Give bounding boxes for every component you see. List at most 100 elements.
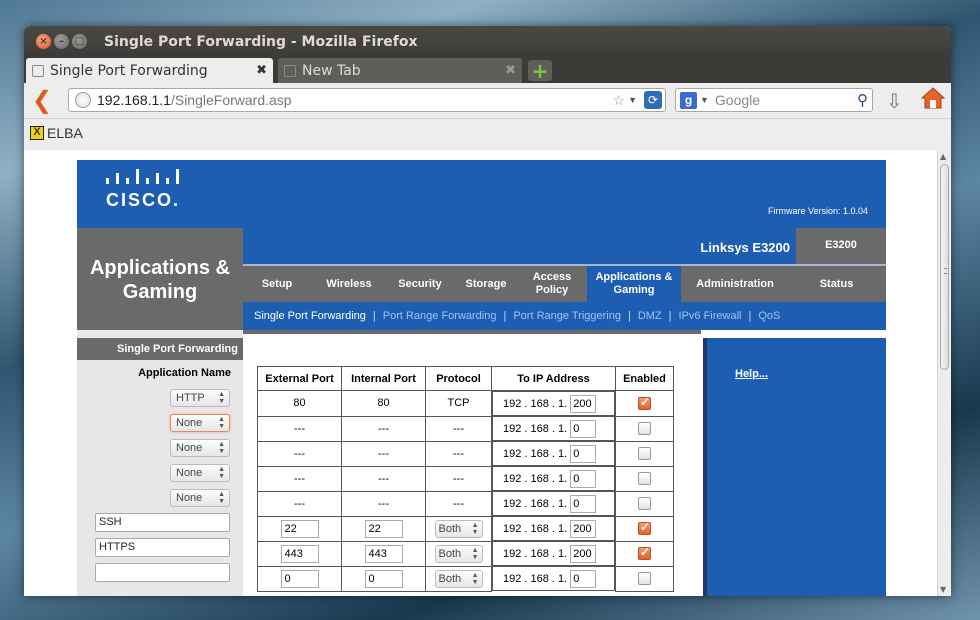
back-arrow-icon[interactable]: ❮ <box>32 86 52 114</box>
protocol-select[interactable]: Both ▲ ▼ <box>434 519 483 538</box>
enabled-checkbox[interactable] <box>638 545 651 560</box>
vertical-scrollbar[interactable]: ▲ ▼ <box>937 150 951 596</box>
protocol-select[interactable]: Both ▲ ▼ <box>434 569 483 588</box>
select-value: None <box>176 417 203 429</box>
minimize-window-icon[interactable]: – <box>54 34 69 49</box>
application-select[interactable]: HTTP ▲ ▼ <box>170 389 230 407</box>
spinner-arrows-icon: ▲ ▼ <box>218 466 225 480</box>
enabled-checkbox[interactable] <box>638 395 651 410</box>
internal-port-input[interactable]: 0 <box>364 569 403 588</box>
bookmark-elba[interactable]: ELBA <box>47 125 83 141</box>
subtab-ipv6-firewall[interactable]: IPv6 Firewall <box>679 310 742 322</box>
tab-single-port-forwarding[interactable]: Single Port Forwarding ✖ <box>26 58 273 83</box>
search-box[interactable]: g ▼ Google ⚲ <box>675 88 873 112</box>
ip-last-octet-input[interactable]: 200 <box>570 544 597 563</box>
subtab-port-range-forwarding[interactable]: Port Range Forwarding <box>383 310 497 322</box>
tab-close-icon[interactable]: ✖ <box>256 63 267 78</box>
bookmark-star-icon[interactable]: ☆ <box>612 92 625 109</box>
application-name-label: Application Name <box>138 367 231 379</box>
new-tab-plus-icon[interactable]: + <box>528 60 552 81</box>
scroll-thumb[interactable] <box>940 164 949 370</box>
application-select[interactable]: None ▲ ▼ <box>170 464 230 482</box>
maximize-window-icon[interactable]: □ <box>72 34 87 49</box>
engine-dropdown-icon[interactable]: ▼ <box>700 95 709 105</box>
enabled-checkbox[interactable] <box>638 572 651 585</box>
tab-access-policy[interactable]: Access Policy <box>519 266 585 302</box>
scroll-down-icon[interactable]: ▼ <box>940 585 946 594</box>
external-port-input[interactable]: 443 <box>280 544 319 563</box>
external-port-input[interactable]: 22 <box>280 519 319 538</box>
site-identity-icon[interactable] <box>75 92 91 108</box>
tab-close-icon[interactable]: ✖ <box>505 63 516 78</box>
enabled-cell <box>615 540 674 567</box>
tab-new-tab[interactable]: New Tab ✖ <box>278 58 522 83</box>
internal-port-input[interactable]: 22 <box>364 519 403 538</box>
subtab-port-range-triggering[interactable]: Port Range Triggering <box>513 310 621 322</box>
subtab-single-port-forwarding[interactable]: Single Port Forwarding <box>254 310 366 322</box>
header-protocol: Protocol <box>425 366 492 391</box>
subtab-qos[interactable]: QoS <box>758 310 780 322</box>
enabled-checkbox[interactable] <box>638 447 651 460</box>
enabled-cell <box>615 465 674 492</box>
subtab-dmz[interactable]: DMZ <box>638 310 662 322</box>
url-bar[interactable]: 192.168.1.1/SingleForward.asp ☆ ▼ ⟳ <box>68 88 666 112</box>
internal-port-input[interactable]: 443 <box>364 544 403 563</box>
application-name-input[interactable] <box>95 563 230 582</box>
tab-setup[interactable]: Setup <box>243 266 311 302</box>
enabled-checkbox[interactable] <box>638 472 651 485</box>
protocol-cell: Both ▲ ▼ <box>425 540 492 567</box>
ip-last-octet-input[interactable]: 200 <box>570 394 597 413</box>
enabled-checkbox[interactable] <box>638 422 651 435</box>
ip-last-octet-input[interactable]: 200 <box>570 519 597 538</box>
tab-security[interactable]: Security <box>387 266 453 302</box>
divider <box>243 330 701 338</box>
url-path: /SingleForward.asp <box>170 92 292 108</box>
page-content: CISCO. Firmware Version: 1.0.04 Applicat… <box>24 150 937 596</box>
application-select[interactable]: None ▲ ▼ <box>170 489 230 507</box>
application-select[interactable]: None ▲ ▼ <box>170 414 230 432</box>
table-row: 22 22 Both ▲ ▼ 192 . 168 . 1. 200 <box>257 515 674 542</box>
google-engine-icon[interactable]: g <box>680 91 697 109</box>
download-arrow-icon[interactable]: ⇩ <box>886 89 903 113</box>
home-icon[interactable] <box>920 85 946 111</box>
close-window-icon[interactable]: × <box>36 34 51 49</box>
ip-prefix: 192 . 168 . 1. <box>503 422 568 435</box>
enabled-checkbox[interactable] <box>638 520 651 535</box>
tab-administration[interactable]: Administration <box>683 266 787 302</box>
elba-logo-icon: X <box>30 125 44 140</box>
tab-storage[interactable]: Storage <box>453 266 519 302</box>
external-port: --- <box>257 415 342 442</box>
internal-port-cell: 0 <box>341 565 426 592</box>
ip-last-octet-input[interactable]: 0 <box>570 444 597 463</box>
application-select[interactable]: None ▲ ▼ <box>170 439 230 457</box>
select-value: None <box>176 442 203 454</box>
header-to-ip-address: To IP Address <box>491 366 616 391</box>
reload-icon[interactable]: ⟳ <box>644 91 662 109</box>
tab-status[interactable]: Status <box>787 266 886 302</box>
search-icon[interactable]: ⚲ <box>857 91 868 109</box>
search-placeholder: Google <box>714 92 761 108</box>
ip-prefix: 192 . 168 . 1. <box>503 397 568 410</box>
sidebar-title: Single Port Forwarding <box>77 338 243 360</box>
tab-wireless[interactable]: Wireless <box>311 266 387 302</box>
protocol-select[interactable]: Both ▲ ▼ <box>434 544 483 563</box>
header-internal-port: Internal Port <box>341 366 426 391</box>
external-port: --- <box>257 490 342 517</box>
external-port: --- <box>257 465 342 492</box>
scroll-up-icon[interactable]: ▲ <box>940 152 946 161</box>
forwarding-area: External Port Internal Port Protocol To … <box>243 330 701 596</box>
help-link[interactable]: Help... <box>735 368 768 380</box>
tab-applications-gaming[interactable]: Applications & Gaming <box>587 266 681 302</box>
url-dropdown-icon[interactable]: ▼ <box>628 95 637 105</box>
application-name-input[interactable]: HTTPS <box>95 538 230 557</box>
spinner-arrows-icon: ▲ ▼ <box>218 491 225 505</box>
application-name-input[interactable]: SSH <box>95 513 230 532</box>
ip-last-octet-input[interactable]: 0 <box>570 569 597 588</box>
ip-last-octet-input[interactable]: 0 <box>570 494 597 513</box>
ip-last-octet-input[interactable]: 0 <box>570 419 597 438</box>
ip-last-octet-input[interactable]: 0 <box>570 469 597 488</box>
enabled-checkbox[interactable] <box>638 497 651 510</box>
ip-prefix: 192 . 168 . 1. <box>503 547 568 560</box>
external-port-input[interactable]: 0 <box>280 569 319 588</box>
page-icon <box>284 64 296 77</box>
